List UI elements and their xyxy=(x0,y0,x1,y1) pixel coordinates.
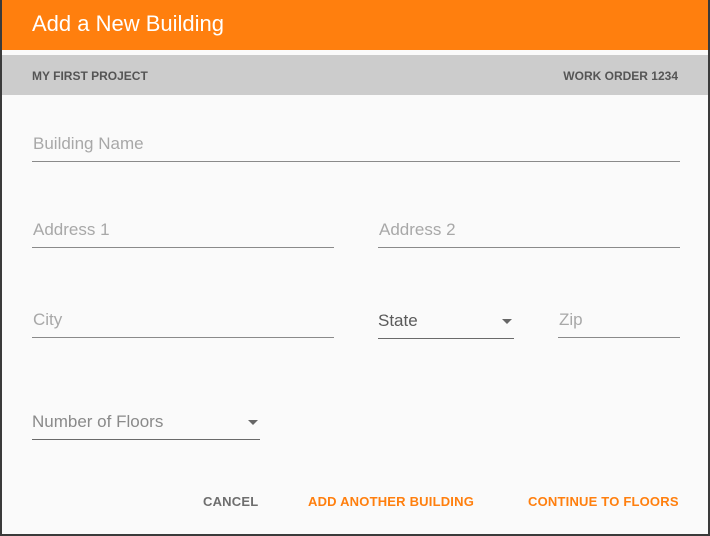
address1-field xyxy=(32,212,334,248)
caret-down-icon xyxy=(248,420,258,425)
caret-down-icon xyxy=(502,319,512,324)
project-name: MY FIRST PROJECT xyxy=(32,69,148,83)
building-name-input[interactable] xyxy=(32,131,680,157)
city-field xyxy=(32,302,334,338)
floors-select[interactable]: Number of Floors xyxy=(32,404,260,440)
building-name-field xyxy=(32,126,680,162)
city-input[interactable] xyxy=(32,307,334,333)
address2-input[interactable] xyxy=(378,217,680,243)
dialog-title: Add a New Building xyxy=(32,11,225,36)
continue-to-floors-button[interactable]: CONTINUE TO FLOORS xyxy=(528,494,679,509)
dialog-subheader: MY FIRST PROJECT WORK ORDER 1234 xyxy=(2,55,708,95)
zip-field xyxy=(558,302,680,338)
add-another-building-button[interactable]: ADD ANOTHER BUILDING xyxy=(308,494,474,509)
address2-field xyxy=(378,212,680,248)
state-select-label: State xyxy=(378,311,418,330)
floors-select-label: Number of Floors xyxy=(32,412,164,431)
zip-input[interactable] xyxy=(558,307,680,333)
address1-input[interactable] xyxy=(32,217,334,243)
work-order-number: WORK ORDER 1234 xyxy=(563,69,678,83)
add-building-dialog: Add a New Building MY FIRST PROJECT WORK… xyxy=(0,0,710,536)
state-select[interactable]: State xyxy=(378,303,514,339)
cancel-button[interactable]: CANCEL xyxy=(203,494,258,509)
dialog-header: Add a New Building xyxy=(2,0,708,50)
